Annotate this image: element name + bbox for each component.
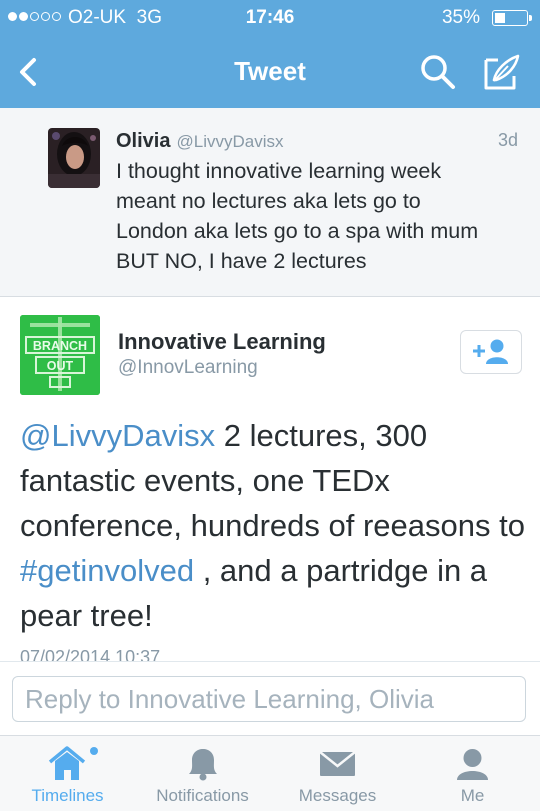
avatar[interactable] (48, 128, 100, 188)
tab-messages[interactable]: Messages (270, 736, 405, 811)
bell-icon (189, 749, 217, 781)
tweet-age: 3d (497, 130, 518, 150)
compose-icon[interactable] (480, 50, 524, 94)
battery-icon (492, 10, 532, 26)
add-user-icon (473, 339, 508, 364)
tab-bar: Timelines Notifications Messages Me (0, 735, 540, 811)
author-name[interactable]: Innovative Learning (118, 329, 326, 355)
tweet-text: @LivvyDavisx 2 lectures, 300 fantastic e… (20, 418, 525, 633)
home-icon (48, 746, 98, 780)
focused-tweet: BRANCH OUT Innovative Learning @InnovLea… (0, 297, 540, 661)
tab-label: Me (460, 786, 485, 805)
tweet-timestamp: 07/02/2014 10:37 (20, 647, 161, 661)
reply-input[interactable] (12, 676, 526, 722)
tab-label: Notifications (156, 786, 249, 805)
reply-bar (0, 661, 540, 736)
author-handle: @LivvyDavisx (176, 132, 284, 151)
logo-text-line1: BRANCH (33, 339, 87, 353)
parent-tweet[interactable]: Olivia @LivvyDavisx 3d I thought innovati… (0, 108, 540, 297)
author-handle[interactable]: @InnovLearning (118, 357, 258, 379)
hashtag-link[interactable]: #getinvolved (20, 553, 194, 588)
avatar[interactable]: BRANCH OUT (20, 315, 100, 395)
status-bar: O2-UK 3G 17:46 35% (0, 0, 540, 36)
tab-label: Timelines (31, 786, 104, 805)
page-title: Tweet (234, 56, 306, 86)
envelope-icon (319, 751, 356, 776)
unread-dot (90, 747, 98, 755)
mention-link[interactable]: @LivvyDavisx (20, 418, 215, 453)
person-icon (457, 749, 488, 780)
tweet-text: I thought innovative learning week meant… (116, 159, 479, 273)
search-icon[interactable] (418, 52, 458, 92)
author-name[interactable]: Olivia @LivvyDavisx (116, 130, 283, 153)
tab-label: Messages (298, 786, 377, 805)
logo-text-line2: OUT (47, 359, 74, 373)
tab-me[interactable]: Me (405, 736, 540, 811)
tab-timelines[interactable]: Timelines (0, 736, 135, 811)
nav-bar: Tweet (0, 36, 540, 108)
tab-notifications[interactable]: Notifications (135, 736, 270, 811)
battery-percent: 35% (441, 7, 480, 28)
follow-button[interactable] (460, 330, 522, 374)
